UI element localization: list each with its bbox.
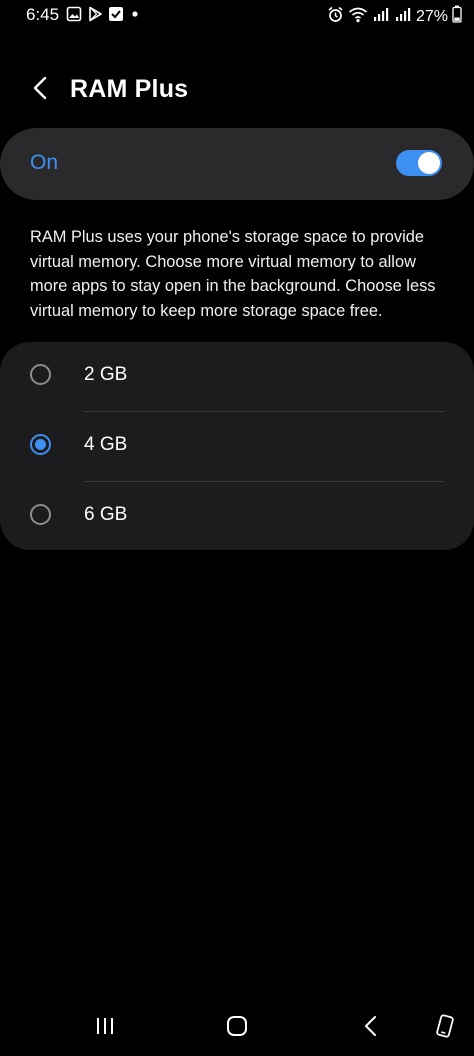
recents-icon (93, 1015, 117, 1042)
switch-knob (418, 152, 440, 174)
master-toggle-row[interactable]: On (0, 128, 474, 200)
option-label: 4 GB (84, 434, 128, 455)
status-time: 6:45 (26, 5, 60, 24)
radio-button[interactable] (30, 504, 51, 525)
option-label: 6 GB (84, 504, 128, 525)
signal-icon (394, 6, 412, 28)
app-bar: RAM Plus (0, 68, 474, 112)
rotate-icon (434, 1013, 456, 1043)
master-toggle-switch[interactable] (396, 150, 442, 176)
wifi-icon (348, 6, 368, 28)
home-button[interactable] (223, 1014, 251, 1042)
recents-button[interactable] (91, 1014, 119, 1042)
option-4gb[interactable]: 4 GB (0, 412, 474, 481)
radio-button-selected[interactable] (30, 434, 51, 455)
option-label: 2 GB (84, 364, 128, 385)
back-icon (361, 1014, 381, 1043)
battery-icon (452, 5, 462, 28)
status-notification-icons (66, 6, 141, 27)
status-system-icons: 27% (327, 5, 462, 28)
rotate-button[interactable] (431, 1013, 459, 1043)
play-store-icon (87, 6, 103, 27)
page-title: RAM Plus (70, 75, 189, 103)
status-bar: 6:45 27% (0, 0, 474, 32)
check-icon (108, 6, 124, 27)
alarm-icon (327, 6, 344, 28)
signal-icon (372, 6, 390, 28)
chevron-left-icon (31, 75, 49, 106)
option-6gb[interactable]: 6 GB (0, 482, 474, 551)
radio-button[interactable] (30, 364, 51, 385)
master-toggle-label: On (30, 151, 59, 174)
battery-percentage: 27% (415, 7, 448, 25)
memory-options-list: 2 GB 4 GB 6 GB (0, 342, 474, 550)
back-button[interactable] (22, 72, 58, 108)
dot-icon (129, 6, 141, 27)
description-text: RAM Plus uses your phone's storage space… (30, 228, 436, 320)
nav-back-button[interactable] (357, 1014, 385, 1042)
option-2gb[interactable]: 2 GB (0, 342, 474, 411)
home-icon (225, 1014, 249, 1043)
navigation-bar (0, 1000, 474, 1056)
gallery-icon (66, 6, 82, 27)
